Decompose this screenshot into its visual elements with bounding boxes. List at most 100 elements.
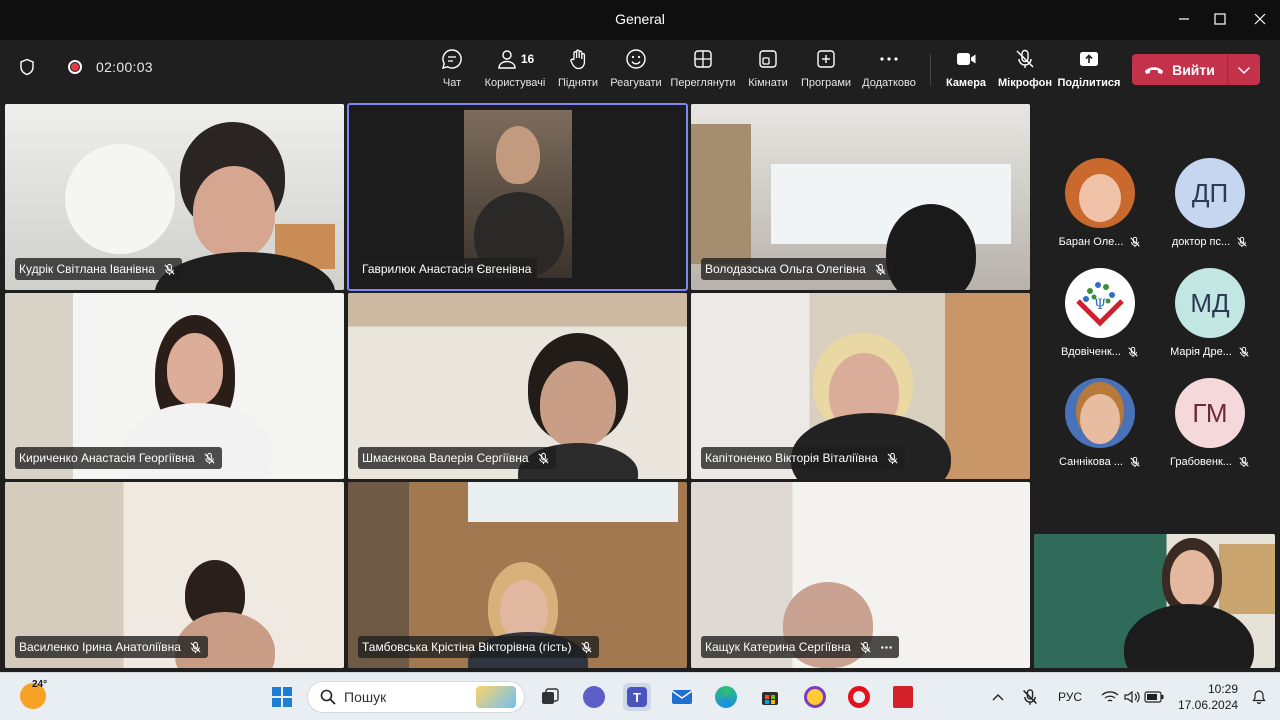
rooms-icon — [759, 50, 777, 68]
apps-button[interactable]: Програми — [791, 48, 861, 89]
battery-button[interactable] — [1140, 683, 1168, 711]
video-tile-speaking[interactable]: Гаврилюк Анастасія Євгенівна — [347, 103, 688, 291]
sidebar-participant-label: Баран Оле... — [1050, 236, 1150, 248]
mail-icon — [671, 690, 693, 704]
avatar — [1065, 158, 1135, 228]
people-button[interactable]: 16 Користувачі — [480, 48, 550, 89]
mic-button[interactable]: Мікрофон — [990, 48, 1060, 89]
participant-video — [496, 126, 540, 184]
avatar: ГМ — [1175, 378, 1245, 448]
people-icon — [498, 50, 516, 69]
participant-video — [193, 166, 275, 258]
sidebar-participant[interactable]: ДП доктор пс... — [1160, 158, 1260, 248]
avatar-initials: ДП — [1191, 177, 1229, 208]
more-button[interactable]: Додатково — [854, 48, 924, 89]
maximize-icon — [1214, 13, 1226, 25]
share-label: Поділитися — [1057, 77, 1121, 89]
participant-name: Капітоненко Вікторія Віталіївна — [705, 451, 878, 465]
store-icon — [762, 692, 778, 705]
avatar-initials: ГМ — [1192, 397, 1228, 428]
minimize-icon — [1179, 18, 1189, 20]
grid-view-icon — [694, 50, 712, 68]
sidebar-participant[interactable]: Баран Оле... — [1050, 158, 1150, 248]
store-button[interactable] — [756, 683, 784, 711]
mic-off-icon — [204, 452, 215, 464]
teams-taskbar-button[interactable]: T — [623, 683, 651, 711]
pdf-app-button[interactable] — [889, 683, 917, 711]
self-view-video[interactable] — [1034, 534, 1275, 668]
sidebar-participant[interactable]: МД Марія Дре... — [1160, 268, 1260, 358]
view-button[interactable]: Переглянути — [668, 48, 738, 89]
video-tile[interactable]: Тамбовська Крістіна Вікторівна (гість) — [348, 482, 687, 668]
mic-tray-button[interactable] — [1016, 683, 1044, 711]
participant-name: Василенко Ірина Анатоліївна — [19, 640, 181, 654]
video-tile[interactable]: Василенко Ірина Анатоліївна — [5, 482, 344, 668]
edge-button[interactable] — [712, 683, 740, 711]
mic-off-icon — [1016, 49, 1034, 68]
participant-name: Кудрік Світлана Іванівна — [19, 262, 155, 276]
mic-off-icon — [875, 263, 886, 275]
more-icon[interactable] — [880, 641, 893, 654]
clock-date[interactable]: 17.06.2024 — [1178, 698, 1238, 712]
more-label: Додатково — [862, 77, 916, 89]
mic-off-icon — [190, 641, 201, 653]
participant-name: Кириченко Анастасія Георгіївна — [19, 451, 195, 465]
sidebar-participant[interactable]: ГМ Грабовенк... — [1160, 378, 1260, 468]
video-tile[interactable]: Кащук Катерина Сергіївна — [691, 482, 1030, 668]
mic-off-icon — [1130, 236, 1141, 248]
video-background — [1219, 544, 1275, 614]
participant-name-tag: Кириченко Анастасія Георгіївна — [15, 447, 222, 469]
participant-name: Кащук Катерина Сергіївна — [705, 640, 851, 654]
chat-icon — [442, 49, 462, 69]
opera-button[interactable] — [845, 683, 873, 711]
sidebar-participant-name: Баран Оле... — [1058, 236, 1124, 248]
share-button[interactable]: Поділитися — [1054, 48, 1124, 89]
chat-label: Чат — [442, 77, 462, 89]
mic-off-icon — [1237, 236, 1247, 248]
browser-button[interactable] — [801, 683, 829, 711]
sidebar-participant-name: Вдовіченк... — [1061, 346, 1121, 358]
title-bar: General — [0, 0, 1280, 40]
show-hidden-icons-button[interactable] — [984, 683, 1012, 711]
sidebar-participant[interactable]: Саннікова ... — [1050, 378, 1150, 468]
minimize-button[interactable] — [1172, 8, 1196, 30]
search-placeholder: Пошук — [344, 689, 387, 705]
mic-off-icon — [1239, 346, 1249, 358]
video-tile[interactable]: Капітоненко Вікторія Віталіївна — [691, 293, 1030, 479]
leave-button[interactable]: Вийти — [1132, 54, 1227, 85]
weather-widget[interactable]: 24° — [20, 679, 47, 709]
sidebar-participant-label: доктор пс... — [1160, 236, 1260, 248]
video-tile[interactable]: Кириченко Анастасія Георгіївна — [5, 293, 344, 479]
participant-name: Володазська Ольга Олегівна — [705, 262, 866, 276]
mail-button[interactable] — [668, 683, 696, 711]
video-tile[interactable]: Володазська Ольга Олегівна — [691, 104, 1030, 290]
shield-icon[interactable] — [18, 58, 36, 76]
start-button[interactable] — [268, 683, 296, 711]
video-tile[interactable]: Кудрік Світлана Іванівна — [5, 104, 344, 290]
leave-options-button[interactable] — [1228, 54, 1260, 85]
camera-icon — [957, 53, 976, 65]
sidebar-participant[interactable]: Ψ Вдовіченк... — [1050, 268, 1150, 358]
close-button[interactable] — [1248, 8, 1272, 30]
rooms-label: Кімнати — [748, 77, 788, 89]
clock-time[interactable]: 10:29 — [1208, 682, 1238, 696]
participant-name-tag: Кащук Катерина Сергіївна — [701, 636, 899, 658]
sidebar-participant-label: Саннікова ... — [1050, 456, 1150, 468]
video-tile[interactable]: Шмаєнкова Валерія Сергіївна — [348, 293, 687, 479]
react-label: Реагувати — [610, 77, 662, 89]
react-button[interactable]: Реагувати — [601, 48, 671, 89]
input-language[interactable]: РУС — [1058, 690, 1082, 704]
mic-off-icon — [860, 641, 871, 653]
task-view-button[interactable] — [536, 683, 564, 711]
maximize-button[interactable] — [1208, 8, 1232, 30]
taskbar-app[interactable] — [580, 683, 608, 711]
meeting-toolbar: 02:00:03 Чат 16 Користувачі Підняти Реаг… — [0, 40, 1280, 100]
participant-video — [500, 580, 548, 640]
edge-icon — [715, 686, 737, 708]
taskbar-search[interactable]: Пошук — [307, 681, 525, 713]
notifications-button[interactable] — [1245, 683, 1273, 711]
sidebar-participant-name: Марія Дре... — [1170, 346, 1232, 358]
participant-name-tag: Володазська Ольга Олегівна — [701, 258, 893, 280]
pdf-icon — [893, 686, 913, 708]
chat-button[interactable]: Чат — [417, 48, 487, 89]
